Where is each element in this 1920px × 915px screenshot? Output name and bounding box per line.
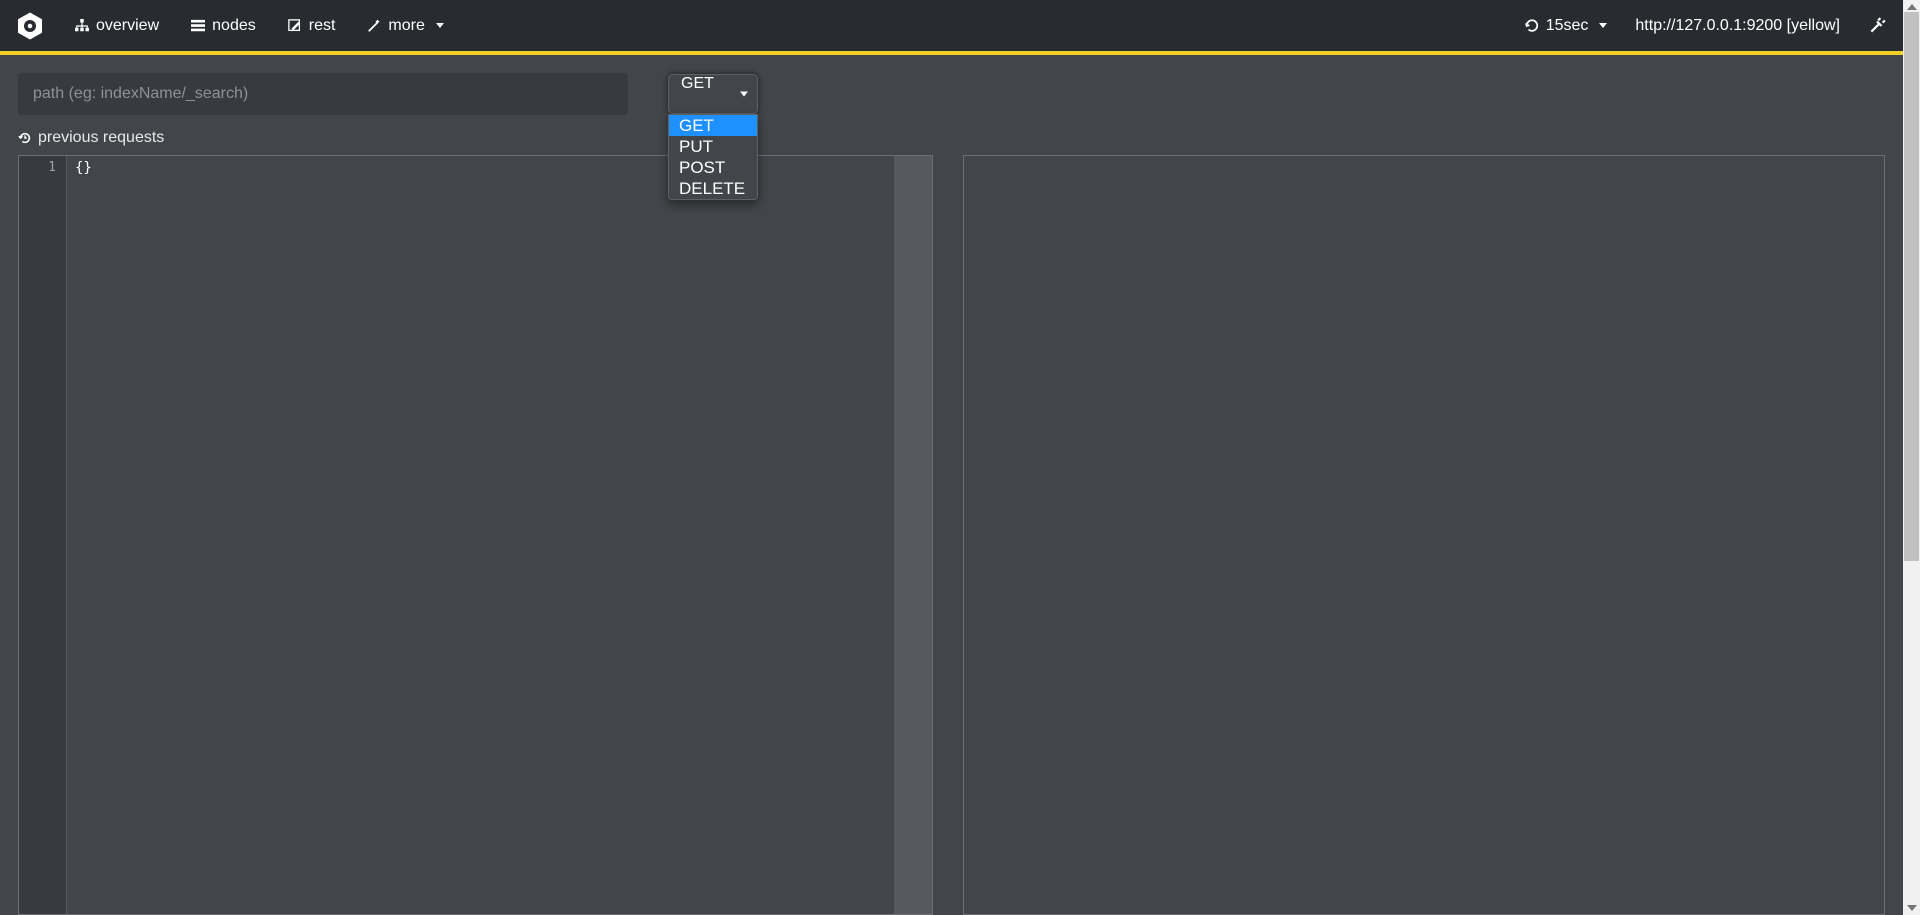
request-body-editor[interactable]: 1 {} xyxy=(18,155,933,915)
response-panel xyxy=(963,155,1885,915)
scroll-up-icon[interactable] xyxy=(1907,4,1917,10)
nav-nodes[interactable]: nodes xyxy=(189,13,258,39)
scroll-thumb[interactable] xyxy=(1904,12,1919,561)
previous-requests-label: previous requests xyxy=(38,129,164,147)
refresh-interval-label: 15sec xyxy=(1546,17,1589,35)
editor-content[interactable]: {} xyxy=(67,156,932,914)
method-option-get[interactable]: GET xyxy=(669,115,757,136)
history-icon xyxy=(18,131,32,145)
previous-requests[interactable]: previous requests xyxy=(18,125,1885,147)
path-input[interactable] xyxy=(18,73,628,115)
http-method-select[interactable]: GET xyxy=(668,74,758,114)
http-method-dropdown: GET PUT POST DELETE xyxy=(668,114,758,200)
refresh-icon xyxy=(1525,19,1539,33)
app-logo[interactable] xyxy=(15,11,45,41)
list-icon xyxy=(191,19,205,33)
connection-button[interactable] xyxy=(1866,13,1888,39)
chevron-down-icon xyxy=(1599,23,1607,28)
editor-gutter: 1 xyxy=(19,156,67,914)
nav-more-label: more xyxy=(388,17,424,35)
method-option-delete[interactable]: DELETE xyxy=(669,178,757,199)
nav-rest-label: rest xyxy=(309,17,336,35)
method-option-put[interactable]: PUT xyxy=(669,136,757,157)
nav-overview[interactable]: overview xyxy=(73,13,161,39)
server-url: http://127.0.0.1:9200 [yellow] xyxy=(1635,17,1840,35)
nav-more[interactable]: more xyxy=(365,13,445,39)
top-navbar: overview nodes rest more 15sec xyxy=(0,0,1903,51)
editor-scrollbar[interactable] xyxy=(894,156,932,914)
nav-rest[interactable]: rest xyxy=(286,13,338,39)
chevron-down-icon xyxy=(436,23,444,28)
plug-icon xyxy=(1868,17,1886,35)
nav-overview-label: overview xyxy=(96,17,159,35)
page-scrollbar[interactable] xyxy=(1903,0,1920,915)
sitemap-icon xyxy=(75,19,89,33)
wand-icon xyxy=(367,19,381,33)
scroll-down-icon[interactable] xyxy=(1907,905,1917,911)
edit-icon xyxy=(288,19,302,33)
nav-nodes-label: nodes xyxy=(212,17,256,35)
method-option-post[interactable]: POST xyxy=(669,157,757,178)
refresh-interval[interactable]: 15sec xyxy=(1523,13,1610,39)
http-method-selected: GET xyxy=(681,75,714,92)
